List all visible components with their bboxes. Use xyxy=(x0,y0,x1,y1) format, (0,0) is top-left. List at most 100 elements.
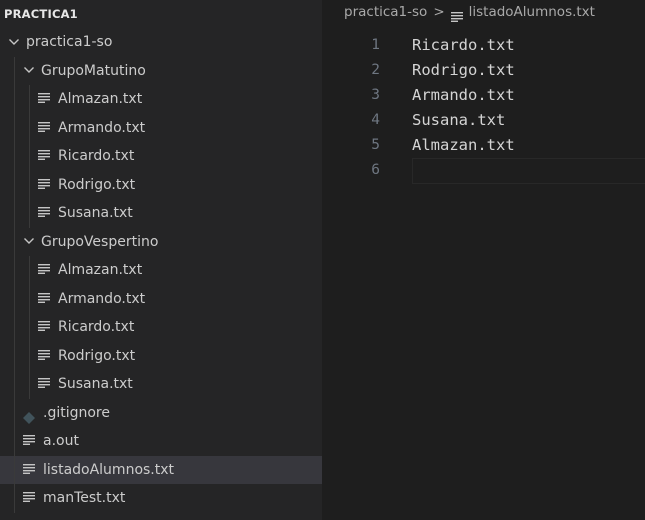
line-text: Ricardo.txt xyxy=(412,36,515,54)
indent-guide xyxy=(14,199,15,228)
tree-item-label: .gitignore xyxy=(43,404,110,421)
code-area[interactable]: 1 Ricardo.txt 2 Rodrigo.txt 3 Armando.txt 4 Sus… xyxy=(322,33,645,184)
chevron-down-icon[interactable] xyxy=(23,228,35,257)
indent-guide xyxy=(14,427,15,456)
indent-guide xyxy=(14,227,15,256)
tree-item-label: a.out xyxy=(43,433,79,449)
line-number: 2 xyxy=(371,62,380,78)
code-line[interactable]: 5 Almazan.txt xyxy=(322,133,645,158)
tree-file[interactable]: Susana.txt xyxy=(0,370,322,399)
text-file-icon xyxy=(38,121,50,132)
tree-item-label: Rodrigo.txt xyxy=(58,176,136,193)
code-line[interactable]: 2 Rodrigo.txt xyxy=(322,58,645,83)
explorer-root-header[interactable]: PRACTICA1 xyxy=(0,0,322,28)
line-number: 4 xyxy=(371,112,380,128)
indent-guide xyxy=(29,170,30,199)
indent-guide xyxy=(14,256,15,285)
tree-item-label: Rodrigo.txt xyxy=(58,347,136,364)
indent-guide xyxy=(14,170,15,199)
indent-guide xyxy=(29,199,30,228)
indent-guide xyxy=(29,370,30,399)
indent-guide xyxy=(14,85,15,114)
tree-file[interactable]: Almazan.txt xyxy=(0,256,322,285)
tree-file[interactable]: a.out xyxy=(0,427,322,456)
text-file-icon xyxy=(38,349,50,360)
line-number: 3 xyxy=(371,87,380,103)
tree-file[interactable]: Susana.txt xyxy=(0,199,322,228)
indent-guide xyxy=(29,341,30,370)
breadcrumb-file[interactable]: listadoAlumnos.txt xyxy=(469,4,595,20)
git-diamond-icon xyxy=(23,406,35,424)
tree-file[interactable]: Almazan.txt xyxy=(0,85,322,114)
tree-file[interactable]: Armando.txt xyxy=(0,113,322,142)
tree-item-label: Ricardo.txt xyxy=(58,148,135,164)
indent-guide xyxy=(29,113,30,142)
text-file-icon xyxy=(38,150,50,160)
code-line[interactable]: 4 Susana.txt xyxy=(322,108,645,133)
tree-item-label: Susana.txt xyxy=(58,205,133,221)
text-file-icon xyxy=(23,435,35,445)
tree-file[interactable]: Rodrigo.txt xyxy=(0,341,322,370)
tree-folder[interactable]: practica1-so xyxy=(0,28,322,57)
indent-guide xyxy=(14,142,15,171)
text-file-icon xyxy=(23,463,35,474)
text-file-icon xyxy=(450,6,463,22)
breadcrumb-separator: > xyxy=(433,4,445,20)
tree-item-label: practica1-so xyxy=(26,34,113,50)
indent-guide xyxy=(14,56,15,85)
indent-guide xyxy=(14,341,15,370)
indent-guide xyxy=(14,113,15,142)
indent-guide xyxy=(14,398,15,427)
tree-item-label: Ricardo.txt xyxy=(58,319,135,335)
breadcrumb: practica1-so > listadoAlumnos.txt xyxy=(322,0,645,24)
tree-file[interactable]: listadoAlumnos.txt xyxy=(0,455,322,484)
line-text: Rodrigo.txt xyxy=(412,61,515,79)
indent-guide xyxy=(14,284,15,313)
vscode-window: PRACTICA1 practica1-so GrupoMatutino Almaz… xyxy=(0,0,645,520)
code-line[interactable]: 3 Armando.txt xyxy=(322,83,645,108)
indent-guide xyxy=(14,484,15,513)
tree-item-label: Armando.txt xyxy=(58,290,146,307)
indent-guide xyxy=(29,85,30,114)
tree-file[interactable]: Armando.txt xyxy=(0,284,322,313)
tree-folder[interactable]: GrupoVespertino xyxy=(0,227,322,257)
chevron-down-icon[interactable] xyxy=(8,28,20,57)
text-file-icon xyxy=(38,93,50,103)
tree-file[interactable]: manTest.txt xyxy=(0,484,322,513)
text-file-icon xyxy=(38,378,50,388)
file-tree: practica1-so GrupoMatutino Almazan.txt Arma… xyxy=(0,28,322,513)
current-line-highlight xyxy=(412,158,645,184)
text-file-icon xyxy=(38,207,50,217)
tree-folder[interactable]: GrupoMatutino xyxy=(0,56,322,86)
indent-guide xyxy=(14,370,15,399)
tree-item-label: Armando.txt xyxy=(58,119,146,136)
text-file-icon xyxy=(38,292,50,303)
text-file-icon xyxy=(38,321,50,331)
tree-file[interactable]: .gitignore xyxy=(0,398,322,427)
tree-item-label: Susana.txt xyxy=(58,376,133,392)
tree-item-label: GrupoMatutino xyxy=(41,62,146,79)
tree-file[interactable]: Ricardo.txt xyxy=(0,313,322,342)
line-number: 1 xyxy=(371,37,380,53)
indent-guide xyxy=(29,256,30,285)
indent-guide xyxy=(14,313,15,342)
code-line[interactable]: 6 xyxy=(322,158,645,184)
tree-file[interactable]: Ricardo.txt xyxy=(0,142,322,171)
chevron-down-icon[interactable] xyxy=(23,57,35,86)
line-text: Armando.txt xyxy=(412,86,515,104)
text-file-icon xyxy=(23,492,35,502)
tree-item-label: manTest.txt xyxy=(43,490,126,506)
text-file-icon xyxy=(38,178,50,189)
text-file-icon xyxy=(38,264,50,274)
indent-guide xyxy=(14,455,15,484)
tree-item-label: listadoAlumnos.txt xyxy=(43,461,175,478)
code-line[interactable]: 1 Ricardo.txt xyxy=(322,33,645,58)
tree-item-label: GrupoVespertino xyxy=(41,233,159,250)
explorer-sidebar: PRACTICA1 practica1-so GrupoMatutino Almaz… xyxy=(0,0,322,520)
tree-item-label: Almazan.txt xyxy=(58,262,143,278)
line-number: 5 xyxy=(371,137,380,153)
breadcrumb-folder[interactable]: practica1-so xyxy=(344,4,427,20)
line-number: 6 xyxy=(371,162,380,178)
tree-file[interactable]: Rodrigo.txt xyxy=(0,170,322,199)
indent-guide xyxy=(29,284,30,313)
